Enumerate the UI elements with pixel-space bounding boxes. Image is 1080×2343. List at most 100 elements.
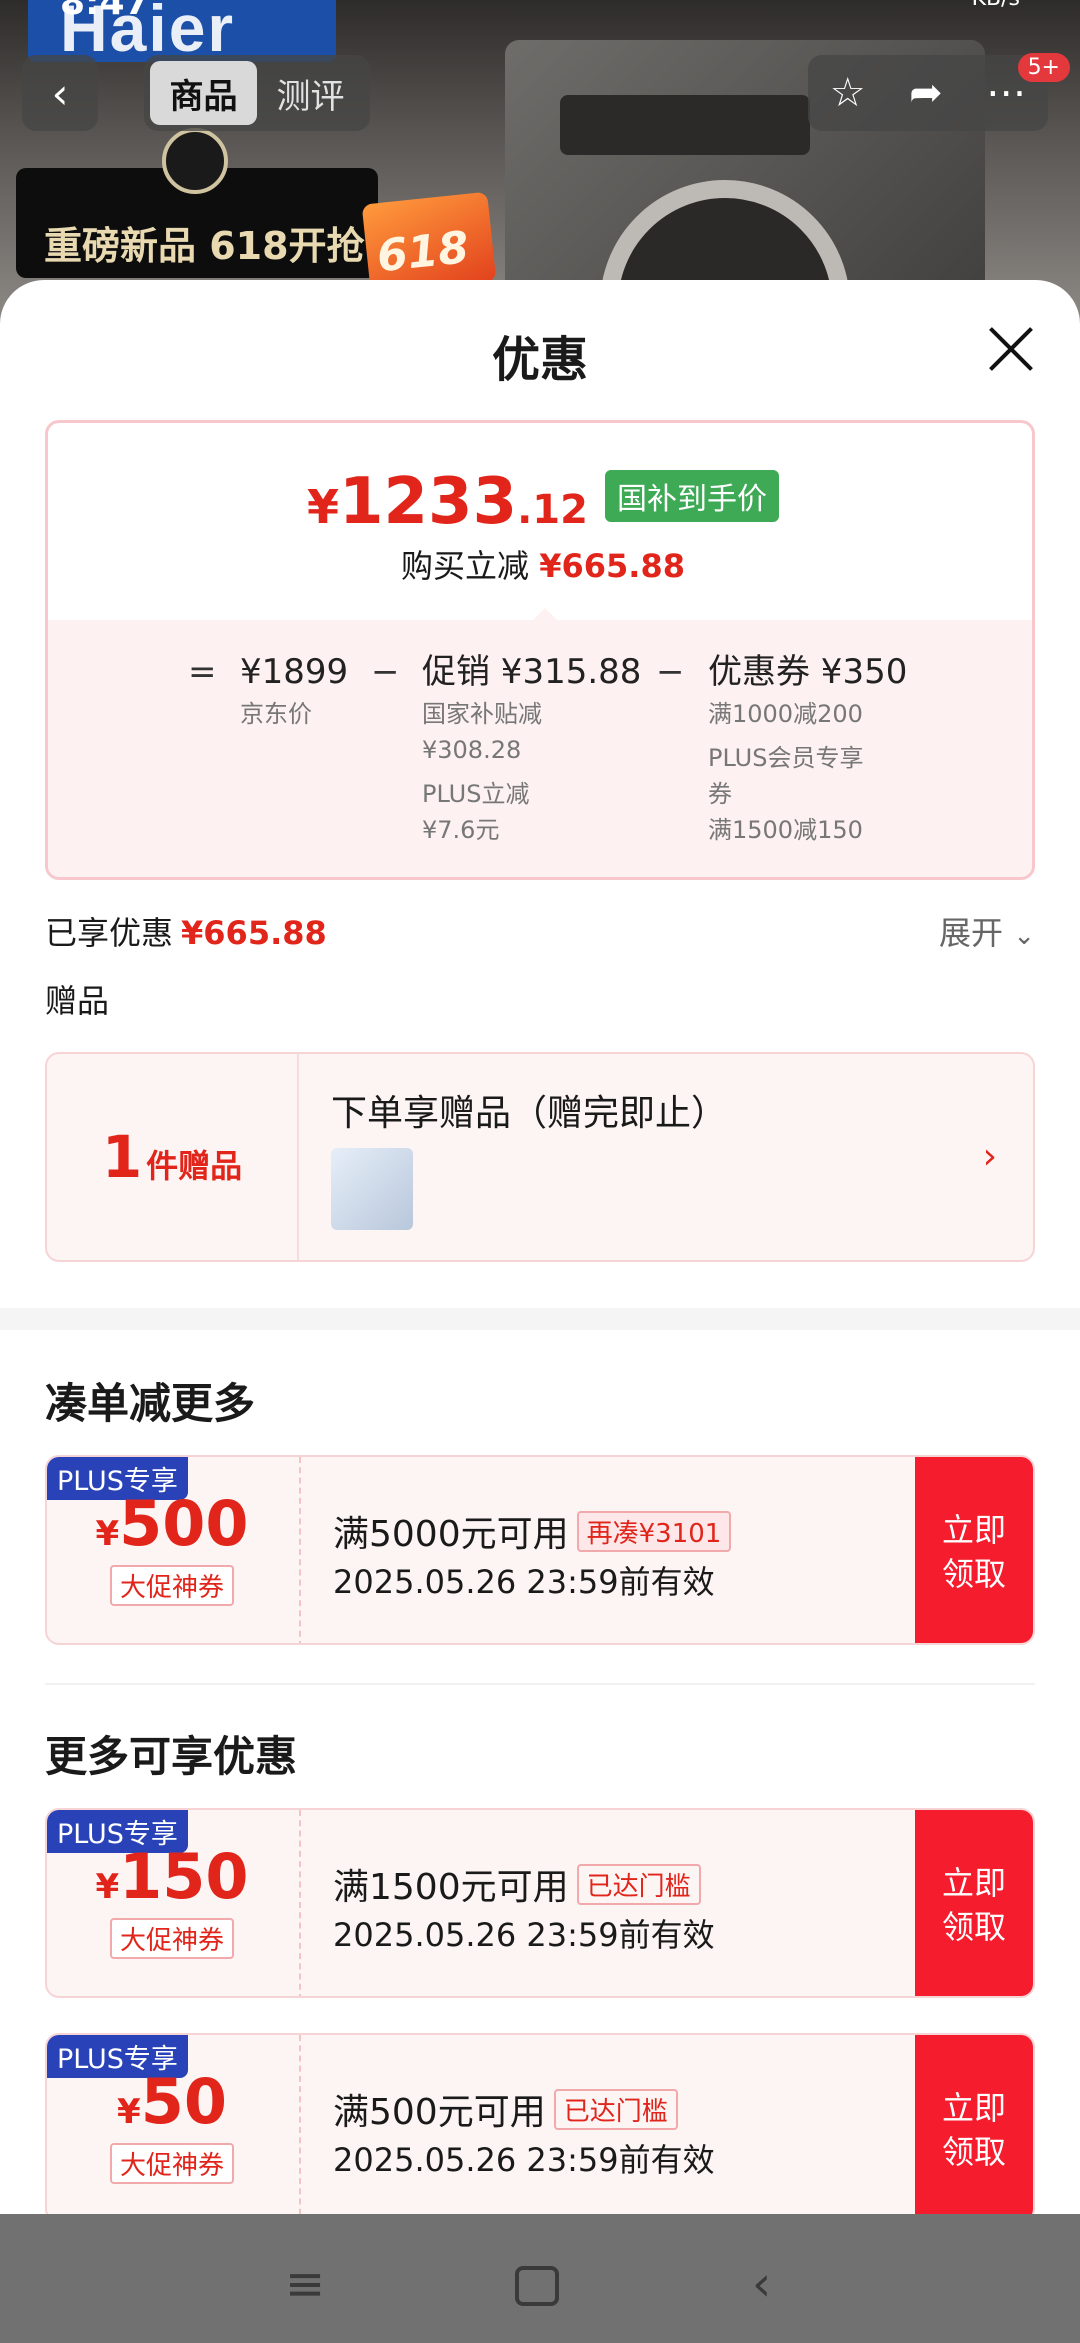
tab-review[interactable]: 测评 (257, 61, 364, 125)
status-bar: 8:47 KB/s (0, 0, 1080, 23)
share-icon[interactable]: ➦ (909, 70, 943, 116)
coupon-threshold: 满5000元可用 (333, 1514, 569, 1555)
minus-sign: − (371, 652, 400, 692)
coupon-amount: ¥500 大促神券 (47, 1487, 297, 1606)
coupon-amount: ¥150 大促神券 (47, 1840, 297, 1959)
coupon-condition: 满500元可用 已达门槛 (333, 2083, 678, 2135)
promo-column: 促销 ¥315.88 国家补贴减 ¥308.28 PLUS立减 ¥7.6元 (422, 648, 641, 848)
more-icon[interactable]: ⋯ (986, 70, 1026, 116)
equals-sign: = (188, 652, 217, 692)
price-breakdown: = ¥1899 京东价 − 促销 ¥315.88 国家补贴减 ¥308.28 P… (48, 608, 1032, 877)
price-tag-badge: 618 (361, 191, 497, 295)
coupon-status-chip: 已达门槛 (553, 2089, 678, 2130)
claim-label: 立即 (941, 2089, 1006, 2127)
tab-product[interactable]: 商品 (150, 61, 257, 125)
coupon-separator (299, 2035, 301, 2215)
claim-button[interactable]: 立即 领取 (915, 1457, 1033, 1643)
top-nav: ‹ 商品 测评 ☆ ➦ ⋯ 5+ (0, 53, 1080, 131)
coupon-separator (299, 1810, 301, 1996)
enjoyed-value: ¥665.88 (181, 914, 327, 952)
status-time: 8:47 (60, 0, 150, 23)
status-speed: KB/s (972, 0, 1020, 11)
action-buttons: ☆ ➦ ⋯ (808, 55, 1048, 131)
price-card: ¥1233.12 国补到手价 购买立减 ¥665.88 = ¥1899 京东价 … (45, 420, 1035, 880)
price-reduction: 购买立减 ¥665.88 (48, 541, 1032, 587)
claim-label: 领取 (941, 2133, 1006, 2171)
enjoyed-label: 已享优惠 (45, 914, 174, 952)
section-title-more: 更多可享优惠 (45, 1732, 298, 1781)
coupon-expiry: 2025.05.26 23:59前有效 (333, 1916, 715, 1954)
claim-label: 立即 (941, 1864, 1006, 1902)
claim-button[interactable]: 立即 领取 (915, 1810, 1033, 1996)
promo-text: 重磅新品 618开抢 (44, 224, 365, 268)
coupon-card: PLUS专享 ¥150 大促神券 满1500元可用 已达门槛 2025.05.26… (45, 1808, 1035, 1998)
promo-total: 促销 ¥315.88 (422, 652, 642, 692)
price-yen: ¥ (306, 480, 339, 534)
gift-count-unit: 件赠品 (146, 1147, 243, 1185)
price-dec: .12 (517, 487, 588, 533)
coupon-total: 优惠券 ¥350 (708, 652, 908, 692)
reduction-value: ¥665.88 (539, 547, 685, 585)
coupon-condition: 满5000元可用 再凑¥3101 (333, 1505, 732, 1557)
jd-price: ¥1899 (240, 652, 349, 692)
coupon-amount: ¥50 大促神券 (47, 2065, 297, 2184)
back-icon: ‹ (51, 68, 69, 118)
coupon-kind: 大促神券 (109, 2143, 234, 2184)
promo-line: 国家补贴减 (422, 700, 542, 728)
section-divider (0, 1308, 1080, 1330)
back-button[interactable]: ‹ (22, 55, 98, 131)
coupon-line: 满1000减200 (708, 700, 863, 728)
close-icon[interactable] (988, 326, 1034, 372)
coupon-expiry: 2025.05.26 23:59前有效 (333, 2141, 715, 2179)
enjoyed-discount: 已享优惠 ¥665.88 (45, 908, 327, 954)
promo-line: ¥308.28 (422, 736, 522, 764)
menu-icon[interactable]: ≡ (285, 2256, 325, 2312)
coupon-line: 满1500减150 (708, 816, 863, 844)
expand-label: 展开 (939, 914, 1004, 952)
coupon-yen: ¥ (95, 1514, 120, 1554)
promo-logo-icon (162, 128, 228, 194)
coupon-value: 50 (140, 2065, 227, 2138)
gift-count: 1 件赠品 (47, 1054, 299, 1260)
gift-card[interactable]: 1 件赠品 下单享赠品（赠完即止） › (45, 1052, 1035, 1262)
claim-label: 领取 (941, 1908, 1006, 1946)
coupon-card: PLUS专享 ¥500 大促神券 满5000元可用 再凑¥3101 2025.05… (45, 1455, 1035, 1645)
coupon-separator (299, 1457, 301, 1643)
claim-label: 领取 (941, 1555, 1006, 1593)
coupon-threshold: 满1500元可用 (333, 1867, 569, 1908)
coupon-threshold: 满500元可用 (333, 2092, 546, 2133)
reduction-label: 购买立减 (401, 547, 530, 585)
price-tag-text: 618 (374, 222, 472, 283)
section-divider-line (45, 1683, 1035, 1685)
final-price: ¥1233.12 国补到手价 (48, 465, 1032, 539)
gift-count-number: 1 (101, 1123, 143, 1191)
coupon-card: PLUS专享 ¥50 大促神券 满500元可用 已达门槛 2025.05.26 2… (45, 2033, 1035, 2215)
coupon-column: 优惠券 ¥350 满1000减200 PLUS会员专享 券 满1500减150 (708, 648, 907, 848)
sheet-title: 优惠 (491, 332, 588, 388)
coupon-kind: 大促神券 (109, 1918, 234, 1959)
message-badge: 5+ (1017, 53, 1070, 82)
coupon-expiry: 2025.05.26 23:59前有效 (333, 1563, 715, 1601)
claim-button[interactable]: 立即 领取 (915, 2035, 1033, 2215)
coupon-status-chip: 已达门槛 (576, 1864, 701, 1905)
promo-line: PLUS立减 (422, 780, 530, 808)
coupon-value: 150 (119, 1840, 249, 1913)
breakdown-pointer (531, 608, 559, 622)
minus-sign: − (656, 652, 685, 692)
system-nav-bar: ≡ ‹ (0, 2214, 1080, 2343)
section-title-combine: 凑单减更多 (45, 1379, 256, 1428)
promo-line: ¥7.6元 (422, 816, 500, 844)
gift-thumbnail (331, 1148, 413, 1230)
star-icon[interactable]: ☆ (830, 70, 866, 116)
home-icon[interactable] (515, 2266, 559, 2306)
jd-price-label: 京东价 (240, 700, 312, 728)
back-icon[interactable]: ‹ (752, 2256, 771, 2312)
expand-button[interactable]: 展开 ⌄ (939, 908, 1035, 954)
discount-sheet: 优惠 ¥1233.12 国补到手价 购买立减 ¥665.88 = ¥1899 京… (0, 280, 1080, 2215)
coupon-yen: ¥ (117, 2092, 141, 2132)
price-int: 1233 (338, 465, 518, 539)
gift-title: 下单享赠品（赠完即止） (331, 1093, 728, 1134)
chevron-down-icon: ⌄ (1013, 921, 1035, 951)
coupon-line: PLUS会员专享 (708, 744, 864, 772)
coupon-yen: ¥ (95, 1867, 120, 1907)
